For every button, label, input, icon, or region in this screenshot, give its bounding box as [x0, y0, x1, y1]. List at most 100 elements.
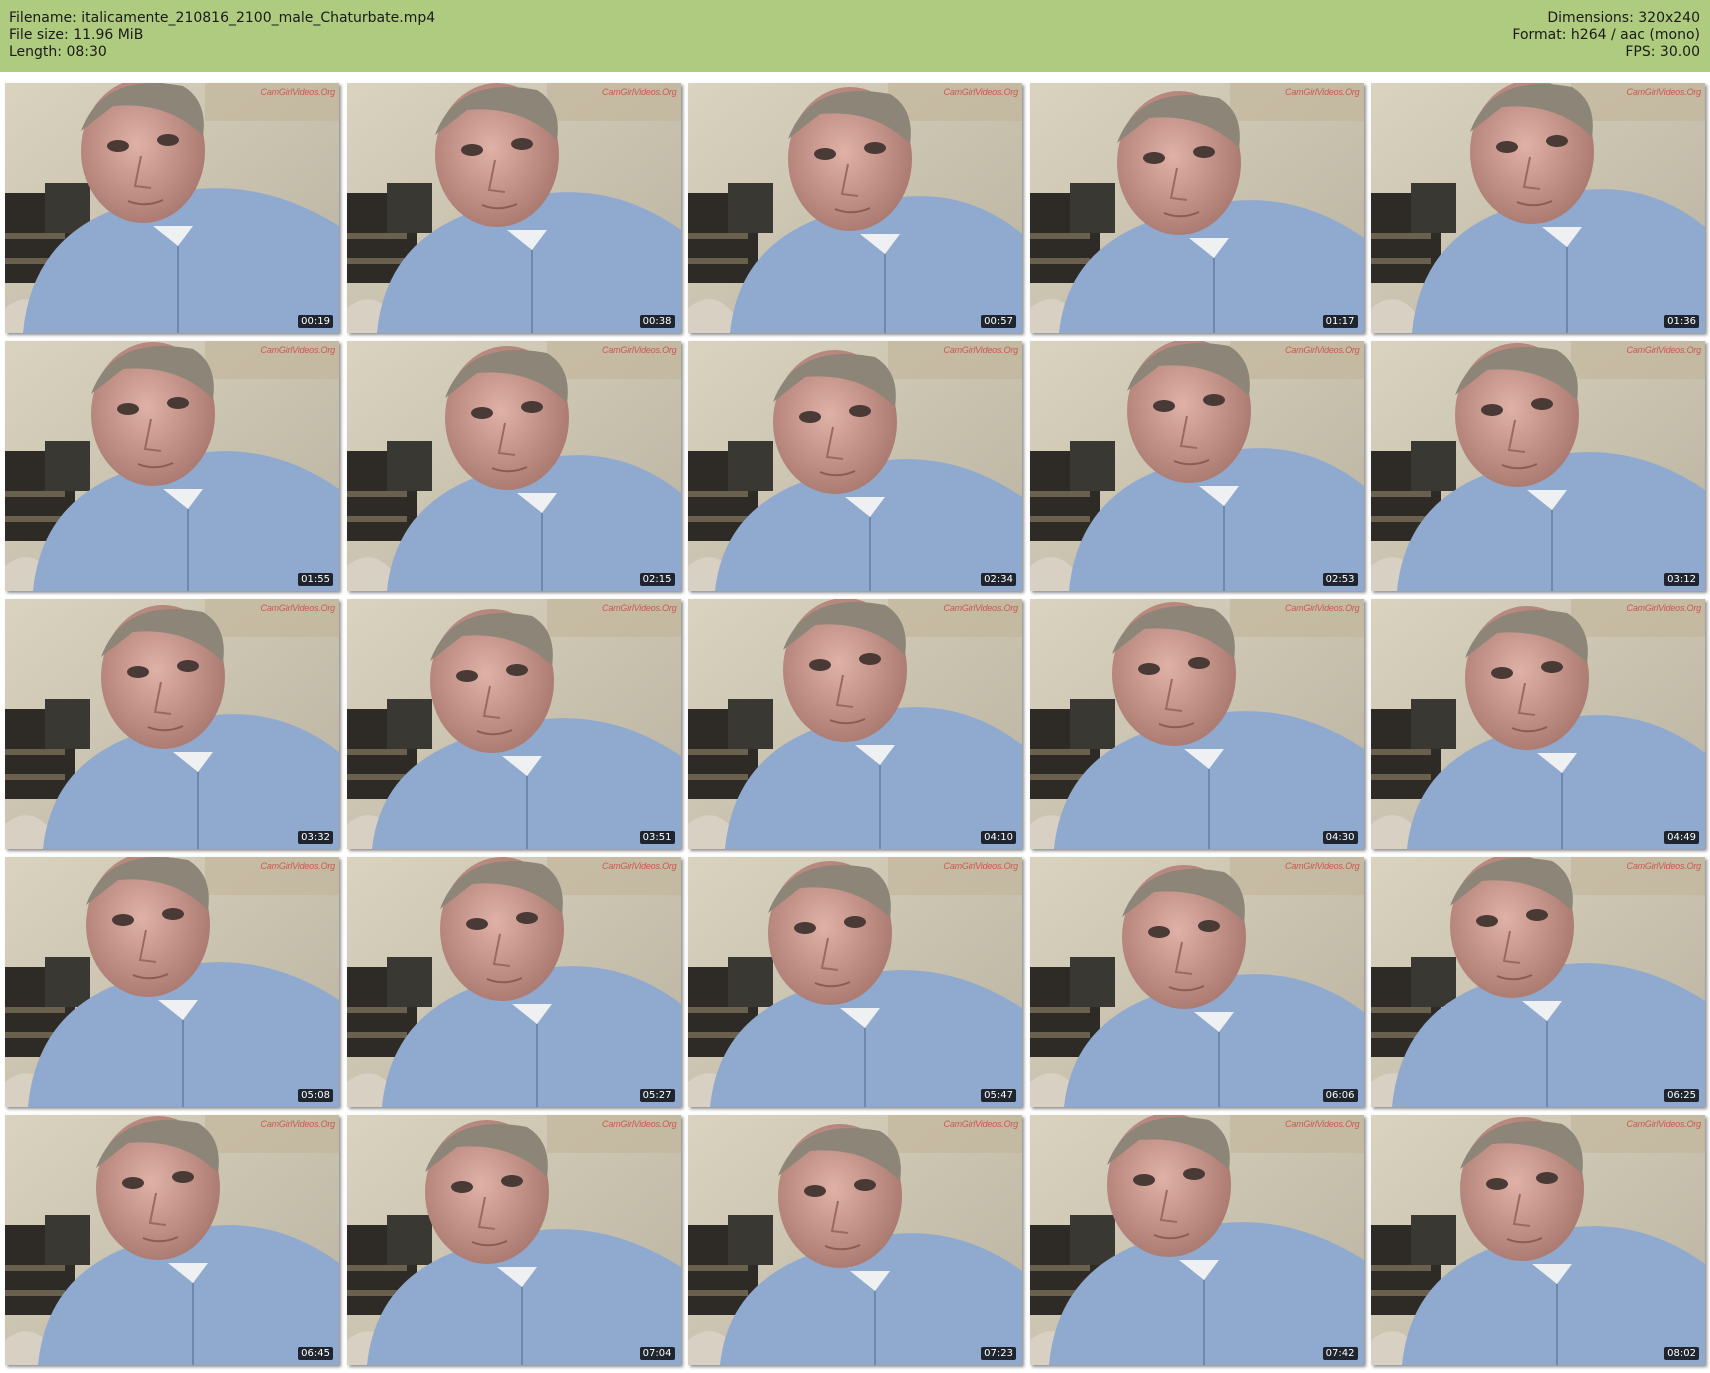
watermark: CamGirlVideos.Org — [1626, 603, 1702, 613]
frame-image — [1029, 599, 1364, 849]
video-thumbnail: CamGirlVideos.Org 04:30 — [1029, 599, 1364, 849]
frame-image — [1371, 83, 1705, 333]
fps-text: FPS: 30.00 — [1625, 44, 1700, 60]
watermark: CamGirlVideos.Org — [1285, 603, 1360, 613]
watermark: CamGirlVideos.Org — [1285, 861, 1360, 871]
video-thumbnail: CamGirlVideos.Org 03:32 — [5, 599, 339, 849]
video-thumbnail: CamGirlVideos.Org 08:02 — [1371, 1115, 1705, 1365]
watermark: CamGirlVideos.Org — [1626, 1119, 1702, 1129]
video-thumbnail: CamGirlVideos.Org 07:04 — [346, 1115, 681, 1365]
length-text: Length: 08:30 — [9, 44, 107, 60]
frame-image — [346, 341, 681, 591]
video-thumbnail: CamGirlVideos.Org 07:42 — [1029, 1115, 1364, 1365]
timestamp-label: 07:23 — [981, 1347, 1016, 1360]
frame-image — [688, 599, 1022, 849]
timestamp-label: 03:12 — [1664, 573, 1699, 586]
frame-image — [1371, 1115, 1705, 1365]
watermark: CamGirlVideos.Org — [1285, 87, 1360, 97]
watermark: CamGirlVideos.Org — [260, 603, 336, 613]
video-thumbnail: CamGirlVideos.Org 06:45 — [5, 1115, 339, 1365]
watermark: CamGirlVideos.Org — [260, 861, 336, 871]
frame-image — [5, 83, 339, 333]
video-thumbnail: CamGirlVideos.Org 01:36 — [1371, 83, 1705, 333]
frame-image — [688, 1115, 1022, 1365]
video-thumbnail: CamGirlVideos.Org 05:47 — [688, 857, 1022, 1107]
watermark: CamGirlVideos.Org — [943, 87, 1019, 97]
video-thumbnail: CamGirlVideos.Org 00:19 — [5, 83, 339, 333]
video-thumbnail: CamGirlVideos.Org 05:27 — [346, 857, 681, 1107]
watermark: CamGirlVideos.Org — [1285, 1119, 1360, 1129]
thumbnail-grid: CamGirlVideos.Org 00:19 CamGirlVideos.Org 0… — [5, 83, 1705, 1365]
video-thumbnail: CamGirlVideos.Org 06:25 — [1371, 857, 1705, 1107]
video-thumbnail: CamGirlVideos.Org 02:53 — [1029, 341, 1364, 591]
frame-image — [5, 1115, 339, 1365]
timestamp-label: 06:45 — [298, 1347, 333, 1360]
watermark: CamGirlVideos.Org — [602, 861, 677, 871]
frame-image — [346, 83, 681, 333]
timestamp-label: 02:15 — [639, 573, 675, 586]
video-thumbnail: CamGirlVideos.Org 05:08 — [5, 857, 339, 1107]
frame-image — [346, 599, 681, 849]
filename-text: Filename: italicamente_210816_2100_male_… — [9, 10, 436, 26]
timestamp-label: 04:10 — [981, 831, 1016, 844]
watermark: CamGirlVideos.Org — [260, 87, 336, 97]
watermark: CamGirlVideos.Org — [1626, 345, 1702, 355]
timestamp-label: 07:42 — [1322, 1347, 1358, 1360]
video-thumbnail: CamGirlVideos.Org 06:06 — [1029, 857, 1364, 1107]
video-thumbnail: CamGirlVideos.Org 01:17 — [1029, 83, 1364, 333]
timestamp-label: 01:36 — [1664, 315, 1699, 328]
dimensions-text: Dimensions: 320x240 — [1547, 10, 1700, 26]
frame-image — [688, 857, 1022, 1107]
watermark: CamGirlVideos.Org — [602, 603, 677, 613]
timestamp-label: 06:06 — [1322, 1089, 1358, 1102]
video-thumbnail: CamGirlVideos.Org 02:15 — [346, 341, 681, 591]
frame-image — [1371, 599, 1705, 849]
frame-image — [5, 857, 339, 1107]
watermark: CamGirlVideos.Org — [602, 87, 677, 97]
watermark: CamGirlVideos.Org — [943, 345, 1019, 355]
frame-image — [5, 599, 339, 849]
filesize-text: File size: 11.96 MiB — [9, 27, 144, 43]
file-info-left: Filename: italicamente_210816_2100_male_… — [9, 10, 435, 61]
frame-image — [1029, 83, 1364, 333]
timestamp-label: 02:34 — [981, 573, 1016, 586]
format-text: Format: h264 / aac (mono) — [1512, 27, 1700, 43]
watermark: CamGirlVideos.Org — [943, 1119, 1019, 1129]
frame-image — [5, 341, 339, 591]
timestamp-label: 07:04 — [639, 1347, 675, 1360]
frame-image — [346, 857, 681, 1107]
watermark: CamGirlVideos.Org — [943, 861, 1019, 871]
watermark: CamGirlVideos.Org — [943, 603, 1019, 613]
timestamp-label: 04:30 — [1322, 831, 1358, 844]
watermark: CamGirlVideos.Org — [1285, 345, 1360, 355]
file-info-right: Dimensions: 320x240 Format: h264 / aac (… — [1512, 10, 1700, 61]
video-thumbnail: CamGirlVideos.Org 00:57 — [688, 83, 1022, 333]
frame-image — [1029, 857, 1364, 1107]
frame-image — [1371, 857, 1705, 1107]
frame-image — [1029, 1115, 1364, 1365]
timestamp-label: 02:53 — [1322, 573, 1358, 586]
watermark: CamGirlVideos.Org — [1626, 861, 1702, 871]
timestamp-label: 00:38 — [639, 315, 675, 328]
video-thumbnail: CamGirlVideos.Org 04:10 — [688, 599, 1022, 849]
frame-image — [688, 83, 1022, 333]
watermark: CamGirlVideos.Org — [260, 1119, 336, 1129]
frame-image — [346, 1115, 681, 1365]
timestamp-label: 01:55 — [298, 573, 333, 586]
timestamp-label: 03:51 — [639, 831, 675, 844]
watermark: CamGirlVideos.Org — [1626, 87, 1702, 97]
timestamp-label: 00:19 — [298, 315, 333, 328]
info-header: Filename: italicamente_210816_2100_male_… — [0, 0, 1710, 72]
watermark: CamGirlVideos.Org — [260, 345, 336, 355]
timestamp-label: 06:25 — [1664, 1089, 1699, 1102]
timestamp-label: 08:02 — [1664, 1347, 1699, 1360]
video-thumbnail: CamGirlVideos.Org 02:34 — [688, 341, 1022, 591]
timestamp-label: 00:57 — [981, 315, 1016, 328]
video-thumbnail: CamGirlVideos.Org 03:12 — [1371, 341, 1705, 591]
video-thumbnail: CamGirlVideos.Org 01:55 — [5, 341, 339, 591]
video-thumbnail: CamGirlVideos.Org 07:23 — [688, 1115, 1022, 1365]
frame-image — [1029, 341, 1364, 591]
watermark: CamGirlVideos.Org — [602, 345, 677, 355]
frame-image — [1371, 341, 1705, 591]
timestamp-label: 04:49 — [1664, 831, 1699, 844]
